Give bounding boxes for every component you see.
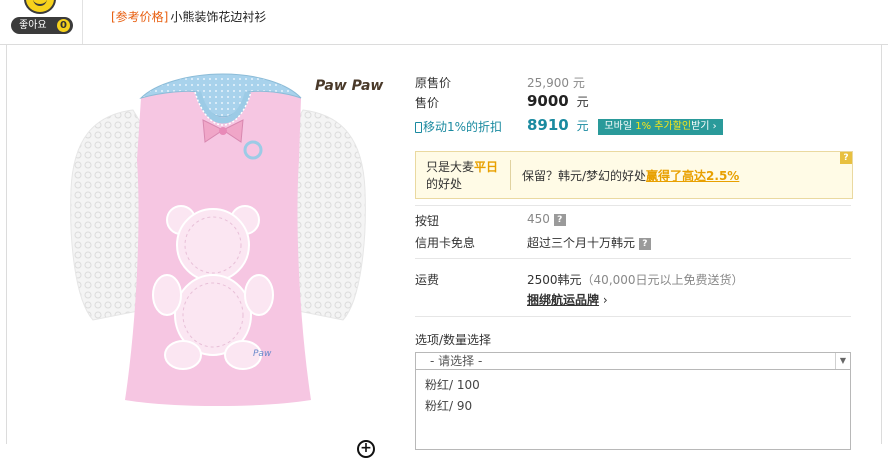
shipping-value: 2500韩元（40,000日元以上免费送货） — [527, 271, 744, 288]
benefit-title-hot: 平日 — [474, 160, 499, 174]
options-label: 选项/数量选择 — [415, 333, 492, 347]
points-help-icon[interactable]: ? — [553, 213, 566, 226]
benefit-title-pre: 只是大麦 — [426, 160, 475, 174]
shirt-illustration: Paw — [70, 73, 366, 406]
original-price-value: 25,900 元 — [527, 74, 585, 91]
svg-text:Paw: Paw — [253, 349, 272, 359]
sale-price-label: 售价 — [415, 96, 440, 110]
product-title-line: [参考价格] 小熊装饰花边衬衫 — [111, 8, 266, 25]
zoom-plus-icon[interactable]: + — [357, 440, 375, 458]
benefit-box: 只是大麦平日 的好处 保留？韩元/梦幻的好处赢得了高达2.5% ? — [415, 151, 853, 199]
benefit-title-line2: 的好处 — [426, 177, 463, 191]
credit-card-help-icon[interactable]: ? — [638, 237, 651, 250]
benefit-help-icon[interactable]: ? — [840, 152, 852, 164]
option-select-value: - 请选择 - — [430, 354, 483, 368]
original-price-amount: 25,900 — [527, 76, 569, 90]
sale-price-unit: 元 — [576, 95, 589, 109]
divider — [415, 205, 851, 206]
benefit-desc-text: 保留？韩元/梦幻的好处 — [522, 169, 647, 183]
mobile-button-pre: 모바일 — [604, 120, 633, 132]
points-amount: 450 — [527, 212, 550, 226]
mobile-button-highlight: 1% 추가할인 — [635, 120, 692, 132]
benefit-desc-link[interactable]: 赢得了高达2.5% — [646, 169, 739, 183]
credit-card-text: 超过三个月十万韩元 — [527, 236, 636, 250]
like-label: 좋아요 — [19, 20, 47, 31]
sale-price-value: 9000 元 — [527, 92, 589, 110]
original-price-label: 原售价 — [415, 76, 452, 90]
product-detail: Paw Paw Paw + 原售价 25,900 元 售价 9000 元 移动1… — [6, 44, 882, 458]
brand-logo: Paw Paw — [315, 78, 384, 94]
shipping-fee: 2500韩元 — [527, 273, 582, 287]
mobile-discount-button[interactable]: 모바일 1% 추가할인받기 › — [598, 118, 723, 135]
mobile-phone-icon — [415, 122, 422, 133]
points-value: 450 ? — [527, 212, 566, 226]
bundle-shipping-link-wrap: 捆绑航运品牌 › — [527, 291, 608, 308]
sale-price-amount: 9000 — [527, 92, 569, 110]
product-image[interactable]: Paw Paw Paw — [63, 70, 393, 440]
benefit-divider — [510, 160, 511, 190]
mobile-discount-text: 移动1%的折扣 — [423, 120, 503, 134]
credit-card-label: 信用卡免息 — [415, 236, 476, 250]
like-count-badge: 0 — [57, 19, 70, 32]
top-bar: 좋아요 0 [参考价格] 小熊装饰花边衬衫 — [0, 0, 888, 45]
benefit-title: 只是大麦平日 的好处 — [426, 159, 498, 193]
option-item[interactable]: 粉红/ 100 — [425, 376, 480, 393]
benefit-description: 保留？韩元/梦幻的好处赢得了高达2.5% — [522, 167, 739, 184]
mobile-button-post: 받기 › — [691, 120, 717, 132]
like-widget[interactable]: 좋아요 0 — [0, 0, 83, 44]
divider — [415, 258, 851, 259]
option-select[interactable]: - 请选择 - ▼ — [415, 352, 851, 370]
shipping-note: （40,000日元以上免费送货） — [581, 273, 744, 287]
mobile-price-value: 8910 元 모바일 1% 추가할인받기 › — [527, 116, 723, 135]
bundle-shipping-link[interactable]: 捆绑航运品牌 — [527, 293, 599, 307]
reference-price-tag: [参考价格] — [111, 10, 169, 24]
option-item[interactable]: 粉红/ 90 — [425, 397, 472, 414]
chevron-down-icon[interactable]: ▼ — [835, 353, 850, 369]
mobile-price-unit: 元 — [576, 119, 589, 133]
product-title: 小熊装饰花边衬衫 — [170, 10, 267, 24]
like-button[interactable]: 좋아요 0 — [11, 17, 73, 34]
credit-card-value: 超过三个月十万韩元 ? — [527, 234, 651, 251]
divider — [415, 316, 851, 317]
option-list: 粉红/ 100 粉红/ 90 — [415, 370, 851, 450]
original-price-unit: 元 — [572, 76, 585, 90]
points-label: 按钮 — [415, 214, 440, 228]
chevron-right-icon: › — [602, 293, 608, 307]
mobile-price-amount: 8910 — [527, 116, 569, 134]
smiley-icon — [24, 0, 56, 14]
mobile-discount-label: 移动1%的折扣 — [415, 118, 502, 135]
shipping-label: 运费 — [415, 273, 440, 287]
